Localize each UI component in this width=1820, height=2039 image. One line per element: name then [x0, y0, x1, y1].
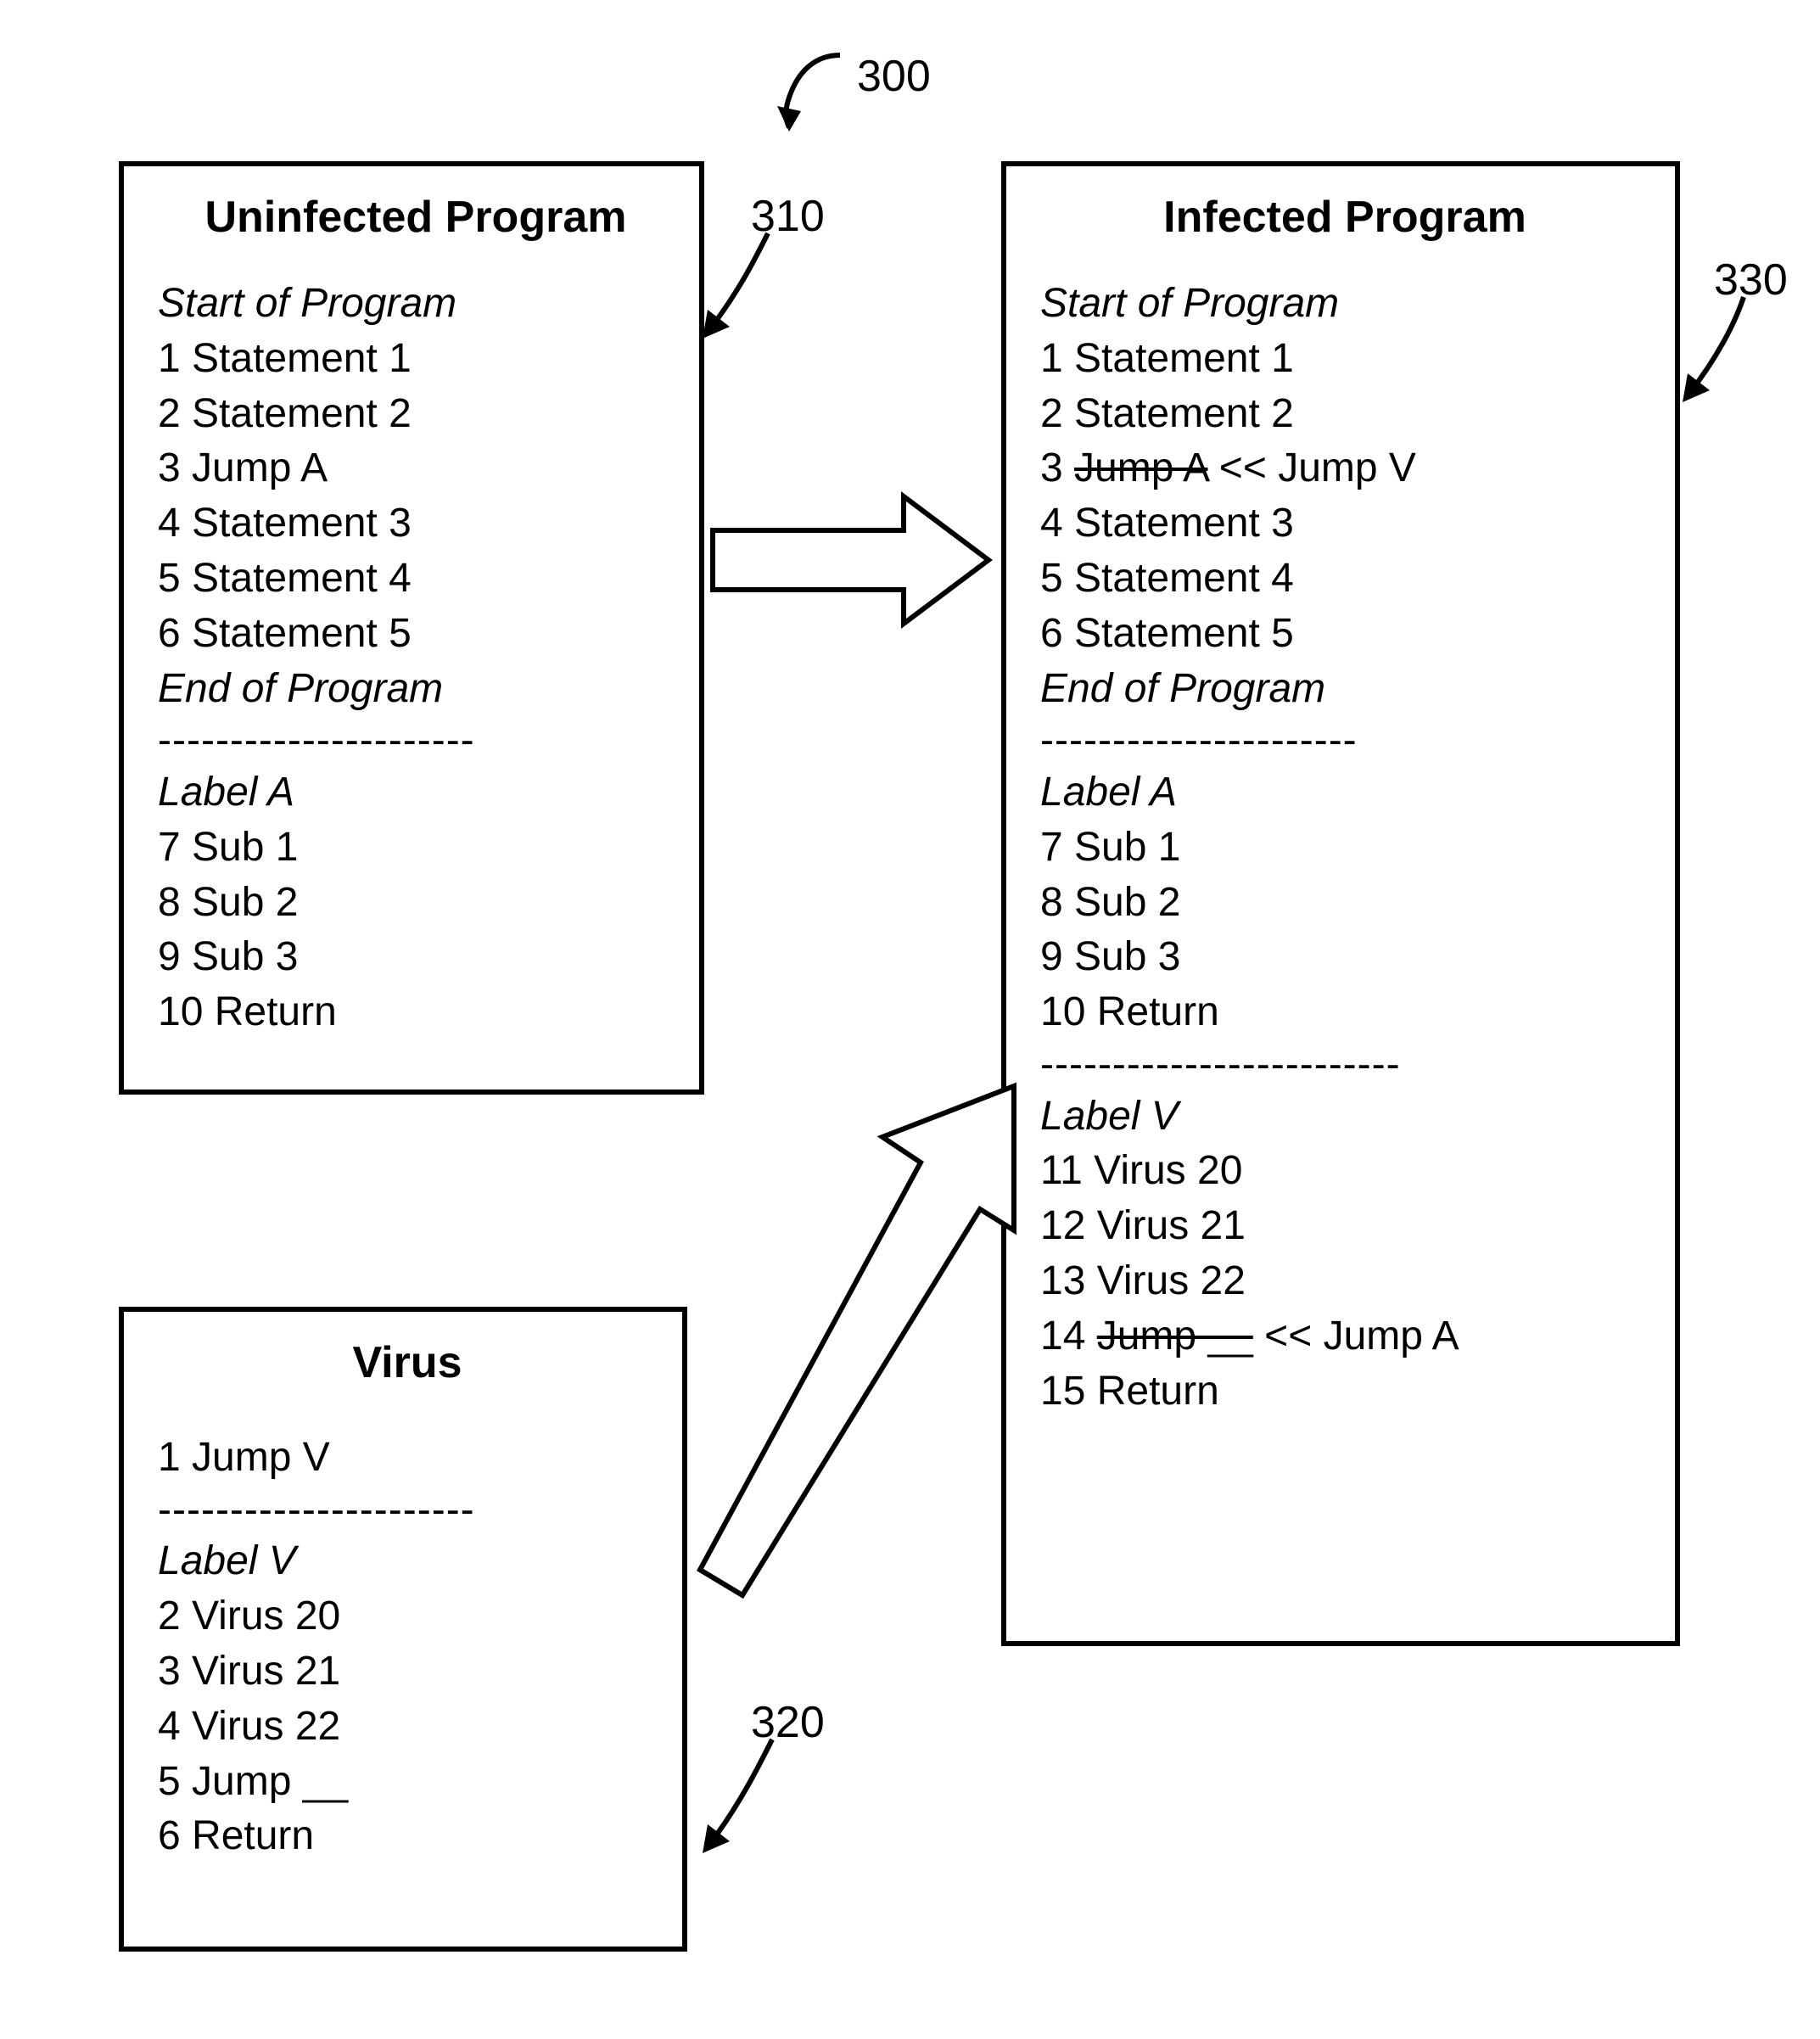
- infected-l3-num: 3: [1040, 445, 1074, 490]
- uninfected-l3: 3 Jump A: [158, 441, 674, 496]
- figure-number-arrow: [747, 47, 865, 148]
- infected-l14-num: 14: [1040, 1314, 1097, 1358]
- infected-l14-strike: Jump __: [1097, 1314, 1253, 1358]
- infected-l10: 10 Return: [1040, 985, 1649, 1040]
- virus-l6: 6 Return: [158, 1809, 657, 1864]
- figure-number: 300: [857, 51, 931, 102]
- infected-l6: 6 Statement 5: [1040, 607, 1649, 662]
- uninfected-sep: ----------------------: [158, 716, 674, 765]
- infected-sep2: -------------------------: [1040, 1040, 1649, 1090]
- infected-l12: 12 Virus 21: [1040, 1199, 1649, 1254]
- uninfected-title: Uninfected Program: [158, 192, 674, 243]
- uninfected-program-box: Uninfected Program Start of Program 1 St…: [119, 161, 704, 1095]
- virus-l2: 2 Virus 20: [158, 1589, 657, 1644]
- uninfected-start: Start of Program: [158, 277, 674, 332]
- virus-l3: 3 Virus 21: [158, 1644, 657, 1700]
- uninfected-l4: 4 Statement 3: [158, 496, 674, 552]
- infected-l1: 1 Statement 1: [1040, 332, 1649, 387]
- ref-310-arrow: [670, 225, 781, 361]
- infected-l3-repl: << Jump V: [1207, 445, 1415, 490]
- uninfected-l1: 1 Statement 1: [158, 332, 674, 387]
- infected-l2: 2 Statement 2: [1040, 387, 1649, 442]
- virus-l4: 4 Virus 22: [158, 1700, 657, 1755]
- infected-l3: 3 Jump A << Jump V: [1040, 441, 1649, 496]
- infected-l7: 7 Sub 1: [1040, 821, 1649, 876]
- uninfected-l7: 7 Sub 1: [158, 821, 674, 876]
- infected-l14-repl: << Jump A: [1253, 1314, 1459, 1358]
- arrow-virus-to-infected: [692, 1061, 1048, 1604]
- virus-l1: 1 Jump V: [158, 1431, 657, 1486]
- uninfected-l2: 2 Statement 2: [158, 387, 674, 442]
- infected-l4: 4 Statement 3: [1040, 496, 1649, 552]
- virus-box: Virus 1 Jump V ---------------------- La…: [119, 1307, 687, 1952]
- infected-l3-strike: Jump A: [1074, 445, 1207, 490]
- infected-program-box: Infected Program Start of Program 1 Stat…: [1001, 161, 1680, 1646]
- infected-labelV: Label V: [1040, 1090, 1649, 1145]
- uninfected-l10: 10 Return: [158, 985, 674, 1040]
- uninfected-l5: 5 Statement 4: [158, 552, 674, 607]
- virus-sep: ----------------------: [158, 1486, 657, 1535]
- infected-l8: 8 Sub 2: [1040, 876, 1649, 931]
- uninfected-l9: 9 Sub 3: [158, 930, 674, 985]
- infected-l5: 5 Statement 4: [1040, 552, 1649, 607]
- uninfected-labelA: Label A: [158, 765, 674, 821]
- infected-l11: 11 Virus 20: [1040, 1144, 1649, 1199]
- infected-sep: ----------------------: [1040, 716, 1649, 765]
- infected-start: Start of Program: [1040, 277, 1649, 332]
- infected-l15: 15 Return: [1040, 1364, 1649, 1420]
- uninfected-l6: 6 Statement 5: [158, 607, 674, 662]
- uninfected-end: End of Program: [158, 662, 674, 717]
- arrow-uninfected-to-infected: [708, 484, 997, 636]
- ref-320-arrow: [670, 1731, 789, 1875]
- infected-title: Infected Program: [1040, 192, 1649, 243]
- uninfected-l8: 8 Sub 2: [158, 876, 674, 931]
- virus-l5: 5 Jump __: [158, 1755, 657, 1810]
- ref-330-arrow: [1659, 288, 1761, 424]
- infected-l9: 9 Sub 3: [1040, 930, 1649, 985]
- infected-l14: 14 Jump __ << Jump A: [1040, 1309, 1649, 1364]
- infected-end: End of Program: [1040, 662, 1649, 717]
- virus-labelV: Label V: [158, 1534, 657, 1589]
- infected-l13: 13 Virus 22: [1040, 1254, 1649, 1309]
- infected-labelA: Label A: [1040, 765, 1649, 821]
- virus-title: Virus: [158, 1337, 657, 1388]
